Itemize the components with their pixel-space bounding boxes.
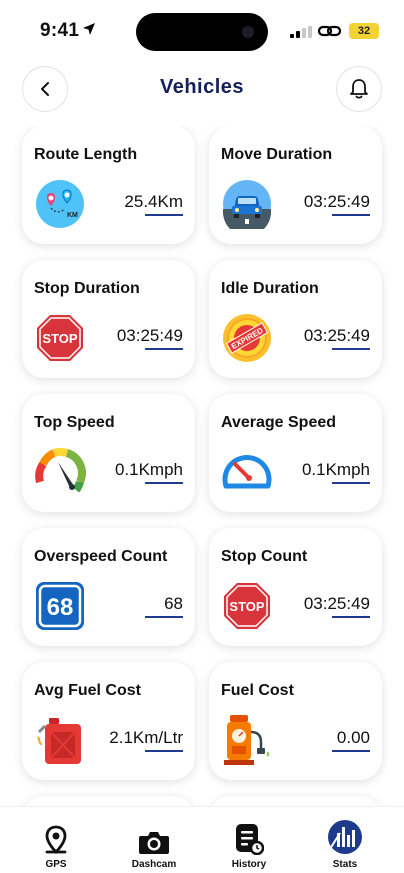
value-underline: [332, 214, 370, 216]
nav-dashcam[interactable]: Dashcam: [114, 821, 194, 870]
bell-icon: [350, 79, 368, 99]
value-underline: [332, 616, 370, 618]
card-value: 03:25:49: [303, 192, 370, 211]
link-icon: [318, 25, 342, 37]
card-stop-count[interactable]: Stop Count STOP 03:25:49: [209, 528, 382, 646]
nav-gps[interactable]: GPS: [16, 821, 96, 870]
svg-text:STOP: STOP: [42, 331, 77, 346]
value-underline: [145, 750, 183, 752]
svg-text:STOP: STOP: [229, 599, 264, 614]
location-arrow-icon: [83, 23, 95, 35]
card-value: 0.00: [336, 728, 370, 747]
history-icon: [236, 824, 264, 855]
nav-label: GPS: [45, 859, 67, 870]
speed-limit-68-icon: 68: [34, 580, 86, 632]
value-underline: [332, 750, 370, 752]
status-bar: 9:41 32: [0, 0, 404, 62]
card-value: 03:25:49: [303, 326, 370, 345]
card-label: Overspeed Count: [34, 548, 168, 565]
stats-grid: Route Length KM 25.4Km Move Duration 03:…: [0, 126, 404, 806]
card-label: Stop Count: [221, 548, 308, 565]
nav-history[interactable]: History: [209, 821, 289, 870]
value-underline: [145, 482, 183, 484]
car-road-icon: [221, 178, 273, 230]
card-stop-duration[interactable]: Stop Duration STOP 03:25:49: [22, 260, 195, 378]
card-label: Stop Duration: [34, 280, 140, 297]
card-label: Move Duration: [221, 146, 333, 163]
value-underline: [332, 348, 370, 350]
card-avg-fuel-cost[interactable]: Avg Fuel Cost 2.1Km/Ltr: [22, 662, 195, 780]
card-label: Top Speed: [34, 414, 115, 431]
notifications-button[interactable]: [336, 66, 382, 112]
card-move-duration[interactable]: Move Duration 03:25:49: [209, 126, 382, 244]
card-top-speed[interactable]: Top Speed 0.1Kmph: [22, 394, 195, 512]
battery-indicator: 32: [349, 23, 379, 39]
card-value: 03:25:49: [303, 594, 370, 613]
card-value: 25.4Km: [124, 192, 183, 211]
card-label: Route Length: [34, 146, 138, 163]
dynamic-island: [136, 13, 268, 51]
fuel-pump-icon: [221, 714, 273, 766]
camera-icon: [139, 832, 169, 854]
card-route-length[interactable]: Route Length KM 25.4Km: [22, 126, 195, 244]
card-label: Fuel Cost: [221, 682, 294, 699]
stop-sign-icon: STOP: [34, 312, 86, 364]
card-label: Idle Duration: [221, 280, 319, 297]
card-idle-duration[interactable]: Idle Duration EXPIRED 03:25:49: [209, 260, 382, 378]
route-map-icon: KM: [34, 178, 86, 230]
header: Vehicles: [0, 66, 404, 112]
stats-icon: [328, 820, 362, 854]
nav-label: History: [231, 859, 267, 870]
status-time: 9:41: [40, 20, 80, 41]
card-value: 2.1Km/Ltr: [109, 728, 183, 747]
nav-stats[interactable]: Stats: [305, 820, 385, 870]
card-label: Average Speed: [221, 414, 337, 431]
speedometer-icon: [221, 446, 273, 498]
value-underline: [332, 482, 370, 484]
nav-label: Dashcam: [131, 859, 177, 870]
card-value: 0.1Kmph: [301, 460, 370, 479]
bottom-nav: GPS Dashcam History Stats: [0, 806, 404, 873]
value-underline: [145, 616, 183, 618]
expired-badge-icon: EXPIRED: [221, 312, 273, 364]
signal-icon: [290, 26, 312, 38]
card-partial[interactable]: [209, 796, 382, 806]
stop-sign-icon: STOP: [221, 580, 273, 632]
card-label: Avg Fuel Cost: [34, 682, 141, 699]
nav-label: Stats: [332, 859, 358, 870]
card-value: 0.1Kmph: [114, 460, 183, 479]
svg-text:68: 68: [47, 594, 74, 621]
fuel-can-icon: [34, 714, 86, 766]
map-pin-icon: [45, 825, 67, 854]
speed-gauge-icon: [34, 446, 86, 498]
card-value: 03:25:49: [116, 326, 183, 345]
svg-text:KM: KM: [67, 212, 78, 219]
card-value: 68: [164, 594, 183, 613]
card-partial[interactable]: [22, 796, 195, 806]
card-fuel-cost[interactable]: Fuel Cost 0.00: [209, 662, 382, 780]
value-underline: [145, 348, 183, 350]
value-underline: [145, 214, 183, 216]
card-overspeed-count[interactable]: Overspeed Count 68 68: [22, 528, 195, 646]
card-average-speed[interactable]: Average Speed 0.1Kmph: [209, 394, 382, 512]
